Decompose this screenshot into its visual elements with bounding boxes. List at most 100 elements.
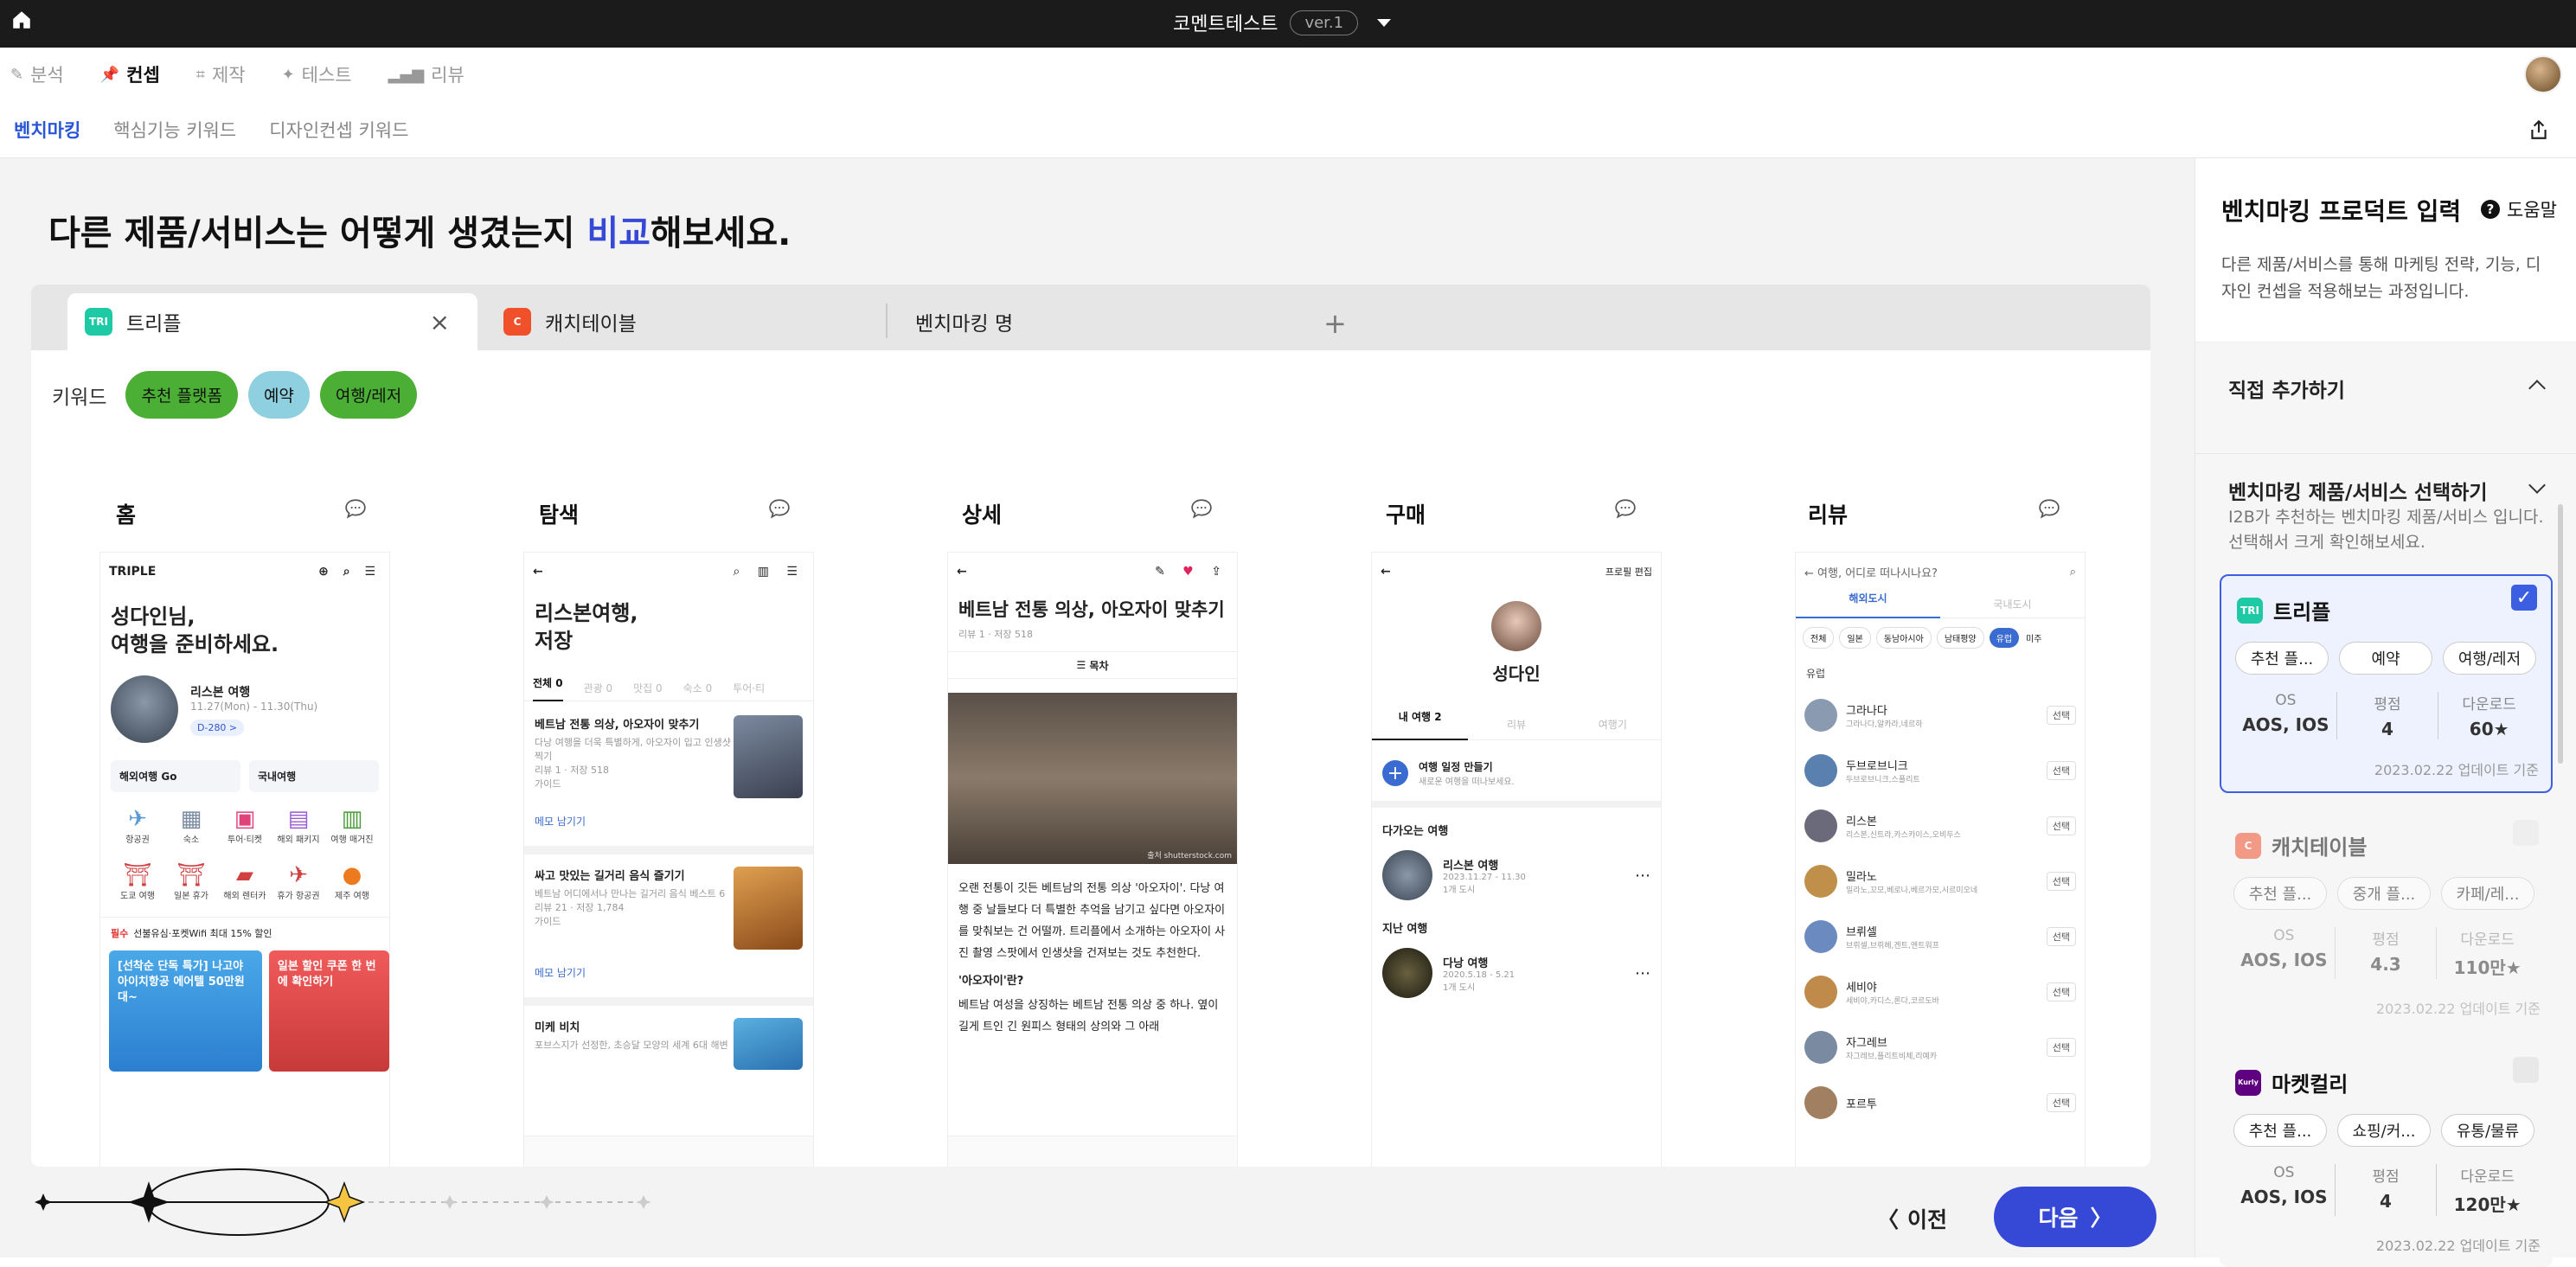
stage-tab-test[interactable]: ✦ 테스트	[282, 61, 352, 87]
stage-tab-label: 컨셉	[126, 65, 160, 86]
keyword-chip[interactable]: 여행/레저	[319, 371, 418, 419]
city-row: 그라나다 그라나다,알카라,네르하 선택	[1796, 688, 2085, 743]
home-icon[interactable]	[10, 9, 33, 31]
select-button: 선택	[2046, 872, 2076, 891]
promo-banner: 일본 할인 쿠폰 한 번에 확인하기	[268, 950, 389, 1072]
stat-os: AOS, IOS	[2240, 950, 2328, 970]
chevron-up-icon[interactable]	[2528, 380, 2546, 397]
next-button[interactable]: 다음 〉	[1994, 1187, 2156, 1247]
comment-icon[interactable]	[768, 498, 791, 519]
city-row: 브뤼셀 브뤼셀,브뤼헤,겐트,앤트워프 선택	[1796, 909, 2085, 964]
sidebar-section: 직접 추가하기 벤치마킹 제품/서비스 선택하기 I2B가 추천하는 벤치마킹 …	[2195, 342, 2576, 1267]
keyword-chip[interactable]: 추천 플랫폼	[125, 371, 238, 419]
benchmark-card-kurly[interactable]: Kurly 마켓컬리 추천 플... 쇼핑/커... 유통/물류 OS AOS, I…	[2220, 1048, 2553, 1267]
select-benchmark-desc: I2B가 추천하는 벤치마킹 제품/서비스 입니다. 선택해서 크게 확인해보세…	[2228, 508, 2544, 552]
saved-item-type: 가이드	[535, 778, 561, 790]
tab-triple[interactable]: TRI 트리플 ×	[67, 293, 477, 350]
step-star	[323, 1181, 366, 1224]
project-title-selector[interactable]: 코멘트테스트 ver.1	[1173, 9, 1392, 36]
benchmark-sidebar: 벤치마킹 프로덕트 입력 ? 도움말 다른 제품/서비스를 통해 마케팅 전략, …	[2195, 158, 2576, 1267]
promo-text: 선불유심·포켓Wifi 최대 15% 할인	[133, 928, 272, 939]
home-shortcut: ▥ 여행 매거진	[330, 806, 374, 845]
avatar[interactable]	[2524, 55, 2562, 93]
prev-button[interactable]: 〈 이전	[1877, 1203, 1947, 1234]
stat-label: 다운로드	[2462, 696, 2516, 713]
stat-label: 평점	[2374, 696, 2401, 713]
subtab-design-keywords[interactable]: 디자인컨셉 키워드	[269, 117, 408, 143]
checkbox[interactable]	[2513, 1057, 2539, 1083]
step-star	[636, 1195, 651, 1209]
lisbon-thumb	[111, 675, 178, 743]
kurly-logo-icon: Kurly	[2235, 1069, 2261, 1096]
keyword-row: 키워드 추천 플랫폼 예약 여행/레저	[52, 371, 418, 419]
sub-nav: 벤치마킹 핵심기능 키워드 디자인컨셉 키워드	[0, 101, 2576, 158]
step-star	[539, 1195, 554, 1209]
sidebar-scrollbar[interactable]	[2558, 504, 2563, 764]
city-sub: 세비야,카디스,론다,코르도바	[1846, 997, 1939, 1006]
tab-catchtable[interactable]: C 캐치테이블	[503, 293, 901, 350]
stat-downloads: 60★	[2469, 719, 2509, 739]
select-button: 선택	[2046, 982, 2076, 1001]
subtab-core-keywords[interactable]: 핵심기능 키워드	[113, 117, 236, 143]
direct-add-toggle[interactable]: 직접 추가하기	[2228, 374, 2345, 403]
home-shortcut: ▰ 해외 렌터카	[223, 862, 266, 901]
add-tab-icon[interactable]: +	[1323, 307, 1347, 340]
comment-icon[interactable]	[344, 498, 367, 519]
card-updated: 2023.02.22 업데이트 기준	[2375, 1001, 2541, 1017]
sidebar-title: 벤치마킹 프로덕트 입력	[2221, 197, 2462, 226]
tab-benchmark-name[interactable]: 벤치마킹 명	[915, 293, 1261, 350]
catchtable-logo-icon: C	[503, 308, 531, 336]
bar-chart-icon: ▂▄▆	[388, 65, 425, 84]
benchmark-card-triple[interactable]: TRI 트리플 ✓ 추천 플... 예약 여행/레저 OS AOS, IOS 평점 4…	[2220, 574, 2553, 793]
share-icon[interactable]	[2528, 118, 2550, 142]
city-filter: 미주	[2026, 635, 2042, 644]
comment-icon[interactable]	[1190, 498, 1213, 519]
stage-tab-label: 테스트	[301, 65, 352, 86]
comment-icon[interactable]	[2038, 498, 2060, 519]
back-icon: ← 여행, 어디로 떠나시나요?	[1804, 566, 1938, 580]
checkbox[interactable]	[2513, 820, 2539, 846]
city-sub: 자그레브,플리트비체,리예카	[1846, 1053, 1938, 1061]
home-shortcut: ⛩ 일본 휴가	[174, 862, 208, 901]
detail-photo: 출처 shutterstock.com	[948, 693, 1237, 864]
chevron-down-icon[interactable]	[1377, 18, 1392, 27]
column-title-explore: 탐색	[539, 502, 580, 528]
close-icon[interactable]: ×	[430, 308, 450, 336]
saved-item-title: 베트남 전통 의상, 아오자이 맞추기	[535, 719, 700, 732]
city-name: 그라나다	[1846, 705, 1887, 718]
comment-icon[interactable]	[1614, 498, 1637, 519]
city-sub: 두브로브니크,스플리트	[1846, 776, 1920, 784]
help-button[interactable]: ? 도움말	[2481, 196, 2557, 222]
stage-tab-production[interactable]: ⌗ 제작	[196, 61, 246, 87]
screen-home[interactable]: TRIPLE ⊕ ⌕ ☰ 성다인님, 여행을 준비하세요. 리스본 여행 11.2…	[100, 553, 389, 1167]
select-benchmark-toggle[interactable]: 벤치마킹 제품/서비스 선택하기	[2228, 476, 2488, 505]
tab-label: 트리플	[126, 313, 182, 336]
city-sub: 브뤼셀,브뤼헤,겐트,앤트워프	[1846, 942, 1939, 950]
screen-explore[interactable]: ← ⌕ ▥ ☰ 리스본여행, 저장 전체 0 관광 0 맛집 0 숙소 0 투어·…	[524, 553, 813, 1167]
stat-label: 평점	[2372, 1168, 2400, 1186]
card-updated: 2023.02.22 업데이트 기준	[2375, 1238, 2541, 1254]
dday-badge: D-280 >	[190, 719, 245, 736]
detail-title: 베트남 전통 의상, 아오자이 맞추기	[958, 599, 1225, 620]
screen-detail[interactable]: ← ✎ ♥ ⇪ 베트남 전통 의상, 아오자이 맞추기 리뷰 1 · 저장 518…	[948, 553, 1237, 1167]
next-label: 다음	[2038, 1206, 2079, 1231]
screen-purchase[interactable]: ← 프로필 편집 성다인 내 여행 2 리뷰 여행기 + 여행 일정 만들기 새로…	[1372, 553, 1661, 1167]
checkbox-checked[interactable]: ✓	[2511, 585, 2537, 611]
saved-item-thumb	[734, 715, 803, 798]
stat-rating: 4	[2381, 719, 2393, 739]
city-thumb	[1804, 976, 1837, 1008]
stage-tab-concept[interactable]: 📌 컨셉	[100, 61, 160, 87]
stage-tab-review[interactable]: ▂▄▆ 리뷰	[388, 61, 465, 87]
screen-review[interactable]: ← 여행, 어디로 떠나시나요? ⌕ 해외도시 국내도시 전체 일본 동남아시아 …	[1796, 553, 2085, 1167]
benchmark-card-catchtable[interactable]: C 캐치테이블 추천 플... 중개 플... 카페/레... OS AOS, IO…	[2220, 811, 2553, 1030]
keyword-chip[interactable]: 예약	[247, 371, 310, 419]
trip-thumb	[1382, 850, 1432, 900]
step-star	[442, 1195, 458, 1209]
trip-thumb	[1382, 948, 1432, 998]
stage-tab-analysis[interactable]: ✎ 분석	[10, 61, 64, 87]
chevron-down-icon[interactable]	[2528, 477, 2546, 494]
stat-label: 다운로드	[2460, 1168, 2515, 1186]
stage-tab-label: 분석	[30, 65, 64, 86]
home-greeting: 성다인님,	[111, 605, 195, 629]
subtab-benchmarking[interactable]: 벤치마킹	[14, 117, 80, 143]
